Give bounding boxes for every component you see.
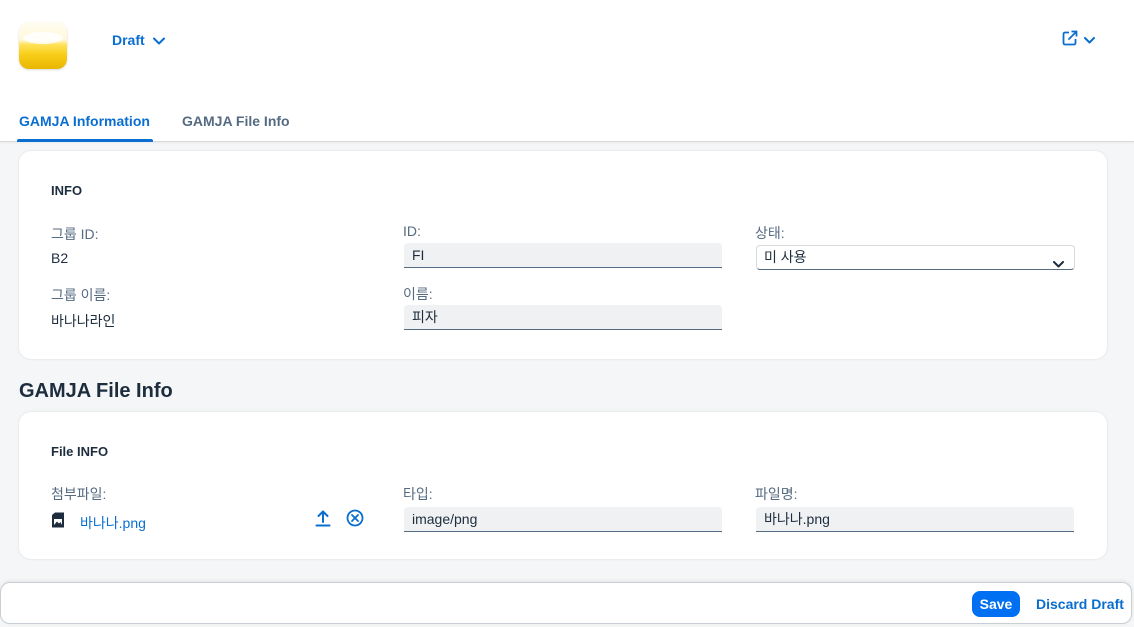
- remove-file-button[interactable]: [345, 509, 365, 532]
- id-label: ID:: [403, 223, 421, 239]
- type-input[interactable]: image/png: [404, 507, 722, 532]
- status-select-value: 미 사용: [764, 249, 807, 265]
- attachment-file-link[interactable]: 바나나.png: [80, 513, 146, 533]
- id-input[interactable]: FI: [404, 243, 722, 268]
- discard-draft-button[interactable]: Discard Draft: [1036, 591, 1124, 617]
- close-circle-icon: [346, 509, 364, 532]
- type-label: 타입:: [403, 486, 433, 502]
- save-button[interactable]: Save: [972, 591, 1020, 617]
- filename-input[interactable]: 바나나.png: [756, 507, 1074, 532]
- group-id-label: 그룹 ID:: [51, 226, 99, 242]
- share-button[interactable]: [1062, 30, 1102, 50]
- group-name-label: 그룹 이름:: [51, 287, 111, 303]
- status-select[interactable]: 미 사용: [756, 245, 1075, 270]
- filename-label: 파일명:: [755, 486, 798, 502]
- info-card: INFO 그룹 ID: B2 그룹 이름: 바나나라인 ID: FI 이름: 피…: [19, 151, 1107, 359]
- upload-icon: [315, 509, 331, 532]
- tab-bar: GAMJA Information GAMJA File Info: [0, 100, 600, 142]
- file-info-card-title: File INFO: [51, 444, 109, 459]
- draft-label: Draft: [112, 32, 145, 48]
- status-label: 상태:: [755, 225, 785, 241]
- banana-app-icon: [19, 22, 67, 69]
- group-id-value: B2: [51, 250, 69, 266]
- chevron-down-icon: [1053, 252, 1064, 275]
- footer-toolbar: Save Discard Draft: [0, 582, 1132, 624]
- file-info-card: File INFO 첨부파일: 타입: image/png 파일명: 바나나.p…: [19, 412, 1107, 559]
- group-name-value: 바나나라인: [51, 313, 116, 329]
- image-file-icon: [51, 512, 65, 528]
- attachment-label: 첨부파일:: [51, 486, 107, 502]
- tab-gamja-information[interactable]: GAMJA Information: [17, 100, 153, 142]
- section-heading-file-info: GAMJA File Info: [19, 380, 173, 402]
- object-page-header: Draft GAMJA Information GAMJA File Info: [0, 0, 1134, 142]
- draft-selector[interactable]: Draft: [112, 30, 165, 50]
- share-icon: [1062, 30, 1078, 51]
- name-label: 이름:: [403, 286, 433, 302]
- upload-button[interactable]: [313, 510, 333, 530]
- name-input[interactable]: 피자: [404, 305, 722, 330]
- tab-gamja-file-info[interactable]: GAMJA File Info: [182, 100, 290, 142]
- chevron-down-icon: [1084, 31, 1095, 49]
- info-card-title: INFO: [51, 183, 83, 198]
- chevron-down-icon: [152, 32, 165, 48]
